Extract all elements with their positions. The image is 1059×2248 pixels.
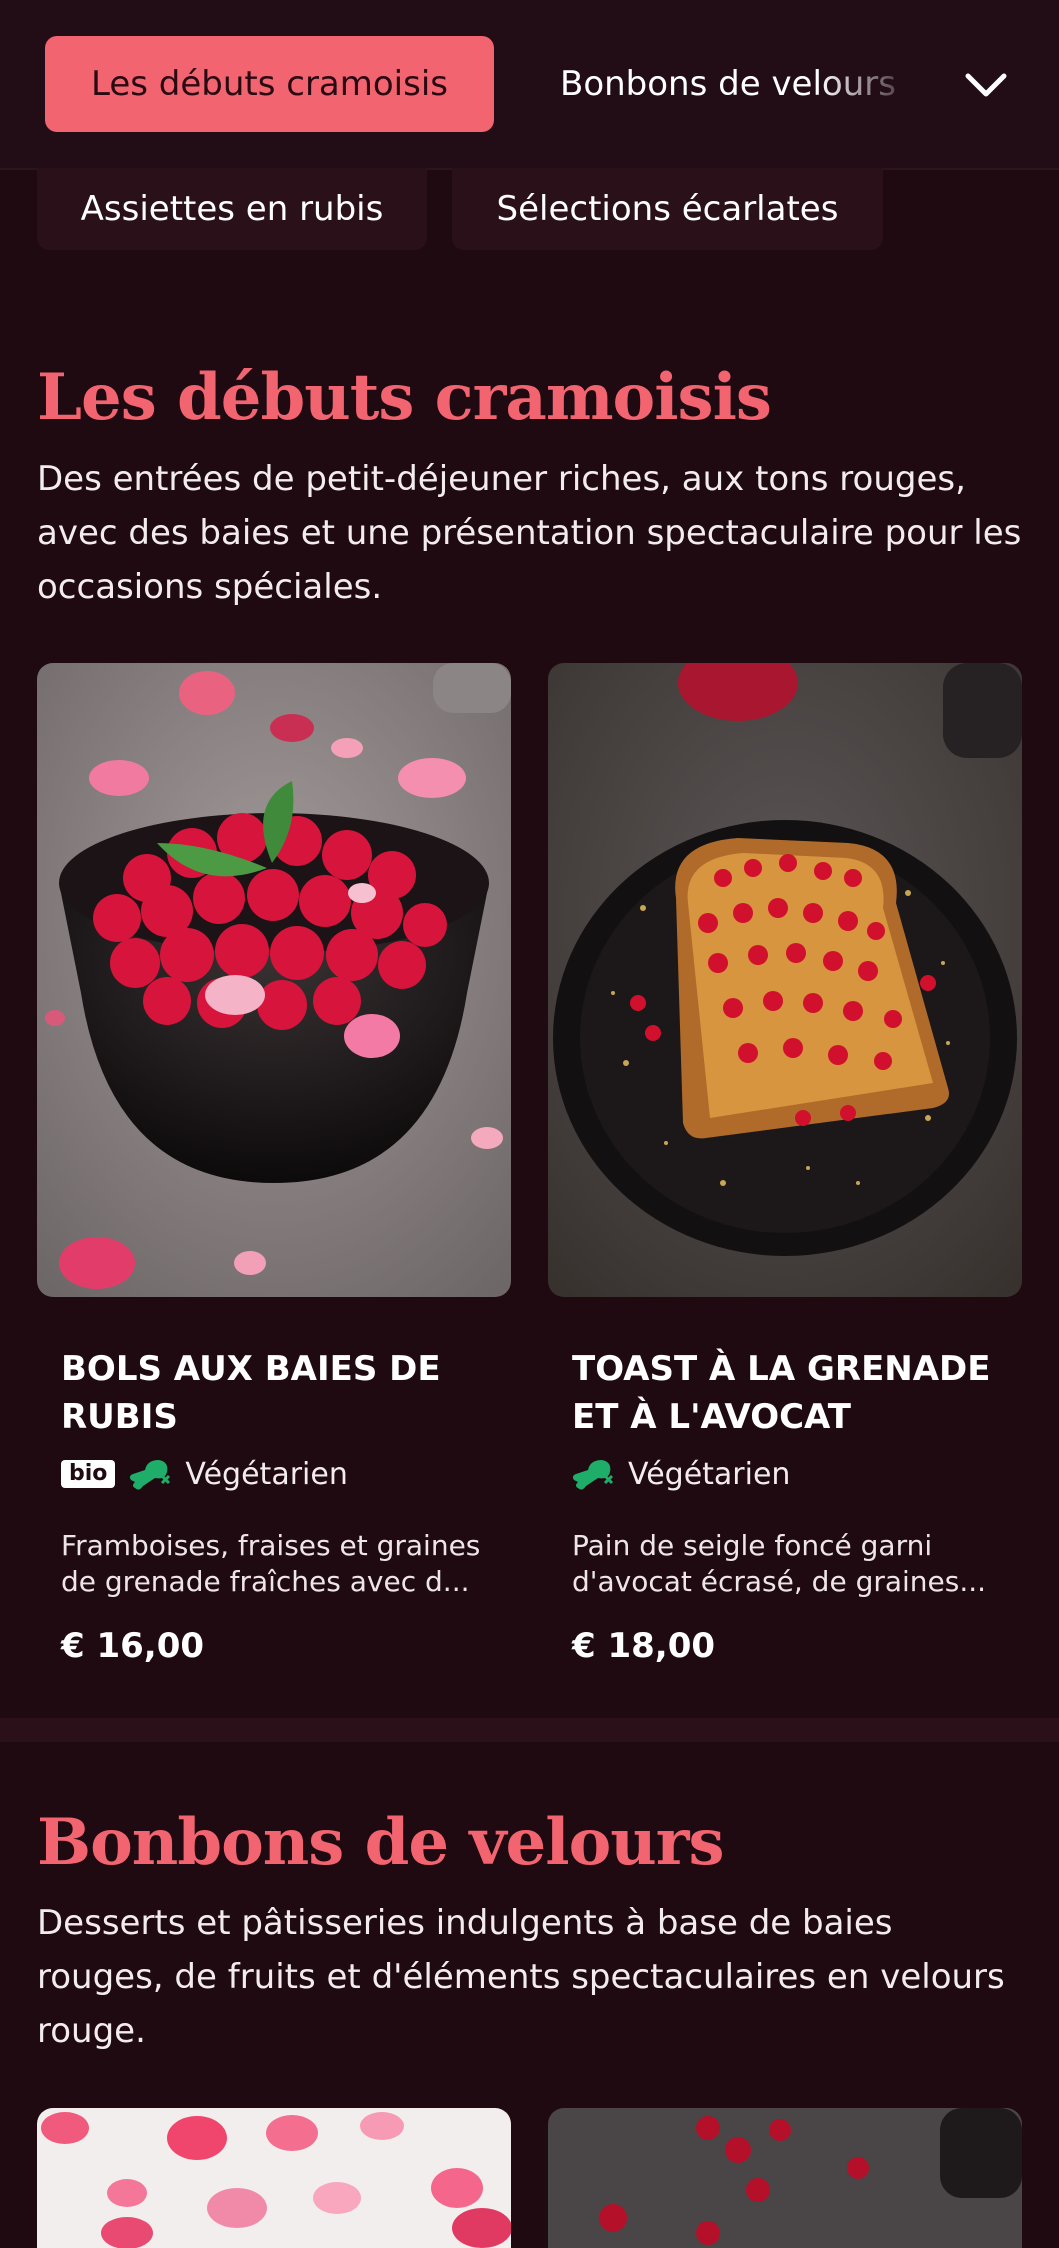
section-title: Bonbons de velours [37, 1805, 725, 1880]
dish-name[interactable]: Bols aux baies de rubis [61, 1345, 481, 1441]
bio-badge: bio [61, 1460, 116, 1488]
dish-tags: bio Végétarien [61, 1456, 348, 1492]
dish-image[interactable] [37, 663, 511, 1297]
section-description: Desserts et pâtisseries indulgents à bas… [37, 1903, 1005, 2051]
dish-image[interactable] [37, 2108, 511, 2248]
dish-image[interactable] [548, 663, 1022, 1297]
chevron-down-icon[interactable] [962, 60, 1010, 108]
section-title: Les débuts cramoisis [37, 360, 772, 435]
category-tab[interactable]: Assiettes en rubis [37, 168, 427, 250]
dish-name[interactable]: Toast à la grenade et à l'avocat [572, 1345, 992, 1441]
dish-image[interactable] [548, 2108, 1022, 2248]
vegetarian-leg-icon [572, 1460, 614, 1490]
vegetarian-leg-icon [130, 1460, 171, 1490]
dish-price: € 18,00 [572, 1626, 716, 1666]
dish-tags: Végétarien [572, 1456, 790, 1492]
dish-price: € 16,00 [61, 1626, 205, 1666]
section-divider [0, 1718, 1059, 1742]
category-nav: Les débuts cramoisis Bonbons de velours [0, 0, 1059, 170]
diet-label: Végétarien [185, 1456, 348, 1492]
section-description: Des entrées de petit-déjeuner riches, au… [37, 459, 1022, 607]
diet-label: Végétarien [628, 1456, 791, 1492]
dish-description: Pain de seigle foncé garni d'avocat écra… [572, 1529, 987, 1598]
category-tab[interactable]: Bonbons de velours [560, 36, 920, 132]
category-tab-active[interactable]: Les débuts cramoisis [45, 36, 494, 132]
category-tab[interactable]: Sélections écarlates [452, 168, 883, 250]
dish-description: Framboises, fraises et graines de grenad… [61, 1529, 481, 1598]
